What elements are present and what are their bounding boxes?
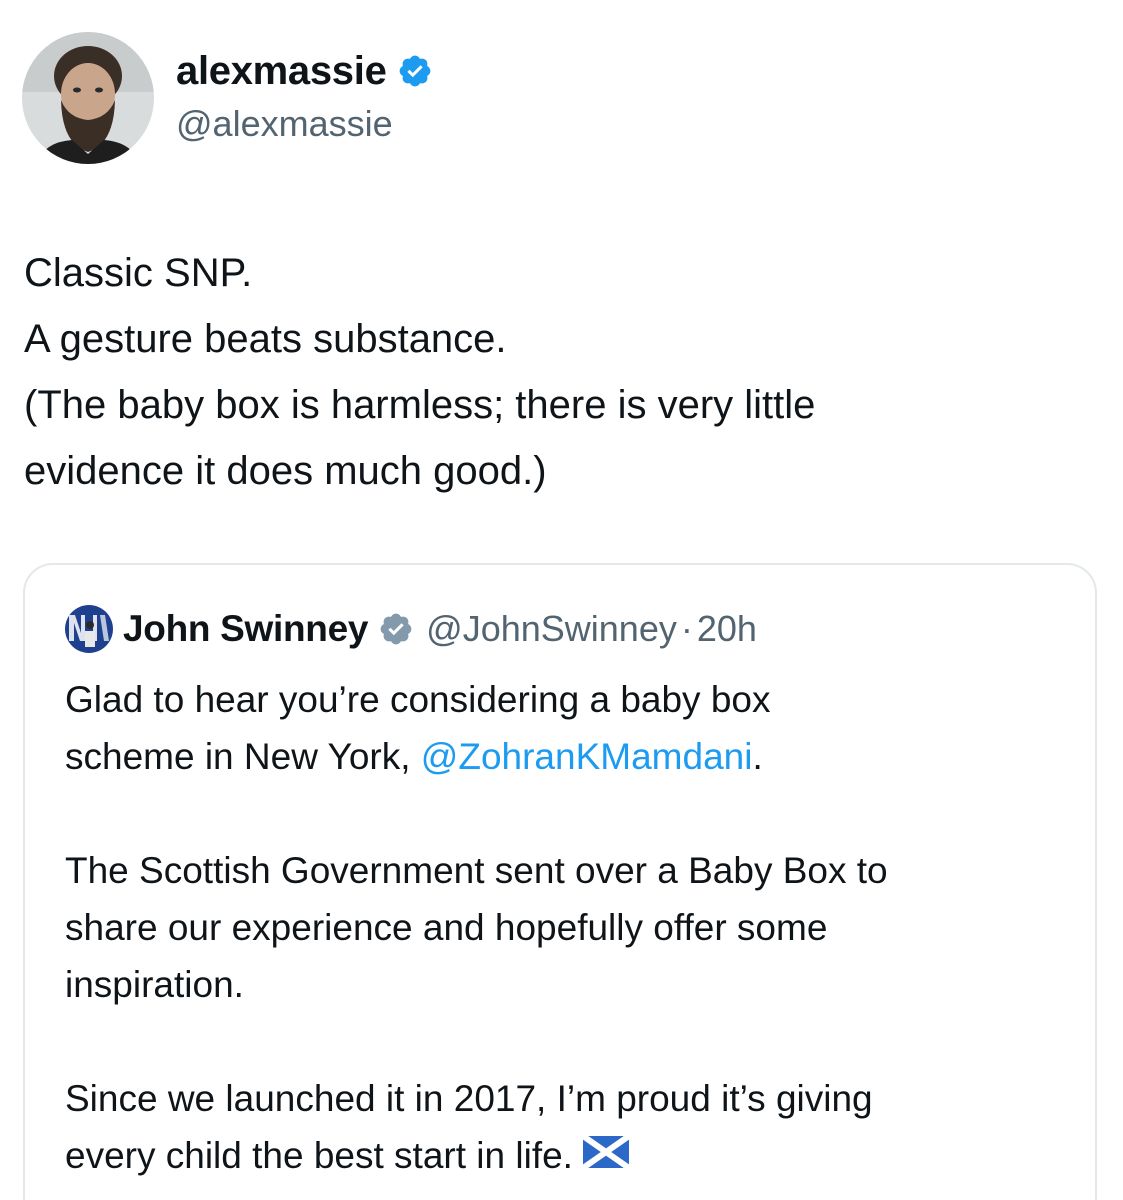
quoted-line: The Scottish Government sent over a Baby… (65, 850, 888, 891)
tweet-line: (The baby box is harmless; there is very… (24, 383, 816, 427)
author-handle[interactable]: @alexmassie (176, 103, 393, 145)
quoted-tweet-card[interactable]: John Swinney @JohnSwinney · 20h Glad to … (23, 563, 1097, 1200)
quoted-tweet-timestamp[interactable]: 20h (697, 608, 757, 650)
author-avatar[interactable] (22, 32, 154, 164)
government-verified-badge-icon[interactable] (378, 611, 414, 647)
quoted-author-avatar[interactable] (65, 605, 113, 653)
quoted-line: Glad to hear you’re considering a baby b… (65, 679, 771, 720)
quoted-paragraph: Glad to hear you’re considering a baby b… (65, 671, 1075, 785)
scotland-flag-icon (581, 1127, 631, 1184)
separator-dot: · (680, 608, 693, 649)
tweet-line: A gesture beats substance. (24, 317, 507, 361)
quoted-line-text: . (752, 736, 763, 777)
verified-badge-icon[interactable] (397, 53, 433, 89)
quoted-line: every child the best start in life. (65, 1127, 1075, 1184)
quoted-tweet-header: John Swinney @JohnSwinney · 20h (65, 605, 757, 653)
quoted-line-text: every child the best start in life. (65, 1135, 573, 1176)
podium-avatar-icon (65, 605, 113, 653)
tweet-line: Classic SNP. (24, 251, 253, 295)
quoted-line: scheme in New York, @ZohranKMamdani. (65, 728, 1075, 785)
quoted-line-text: scheme in New York, (65, 736, 421, 777)
quoted-paragraph: The Scottish Government sent over a Baby… (65, 842, 1075, 1013)
tweet-line: evidence it does much good.) (24, 449, 547, 493)
quoted-tweet-text: Glad to hear you’re considering a baby b… (65, 671, 1075, 1200)
quoted-author-display-name[interactable]: John Swinney (123, 608, 368, 650)
quoted-line: Since we launched it in 2017, I’m proud … (65, 1078, 873, 1119)
bearded-man-avatar-icon (22, 32, 154, 164)
tweet-view: alexmassie @alexmassie Classic SNP. A ge… (0, 0, 1123, 1200)
tweet-text: Classic SNP. A gesture beats substance. … (24, 240, 1094, 504)
mention-link[interactable]: @ZohranKMamdani (421, 736, 753, 777)
quoted-line: inspiration. (65, 964, 244, 1005)
quoted-line: share our experience and hopefully offer… (65, 907, 828, 948)
author-display-name[interactable]: alexmassie (176, 49, 387, 94)
quoted-paragraph: Since we launched it in 2017, I’m proud … (65, 1070, 1075, 1184)
author-name-row: alexmassie (176, 48, 433, 94)
quoted-author-handle[interactable]: @JohnSwinney (426, 608, 677, 650)
